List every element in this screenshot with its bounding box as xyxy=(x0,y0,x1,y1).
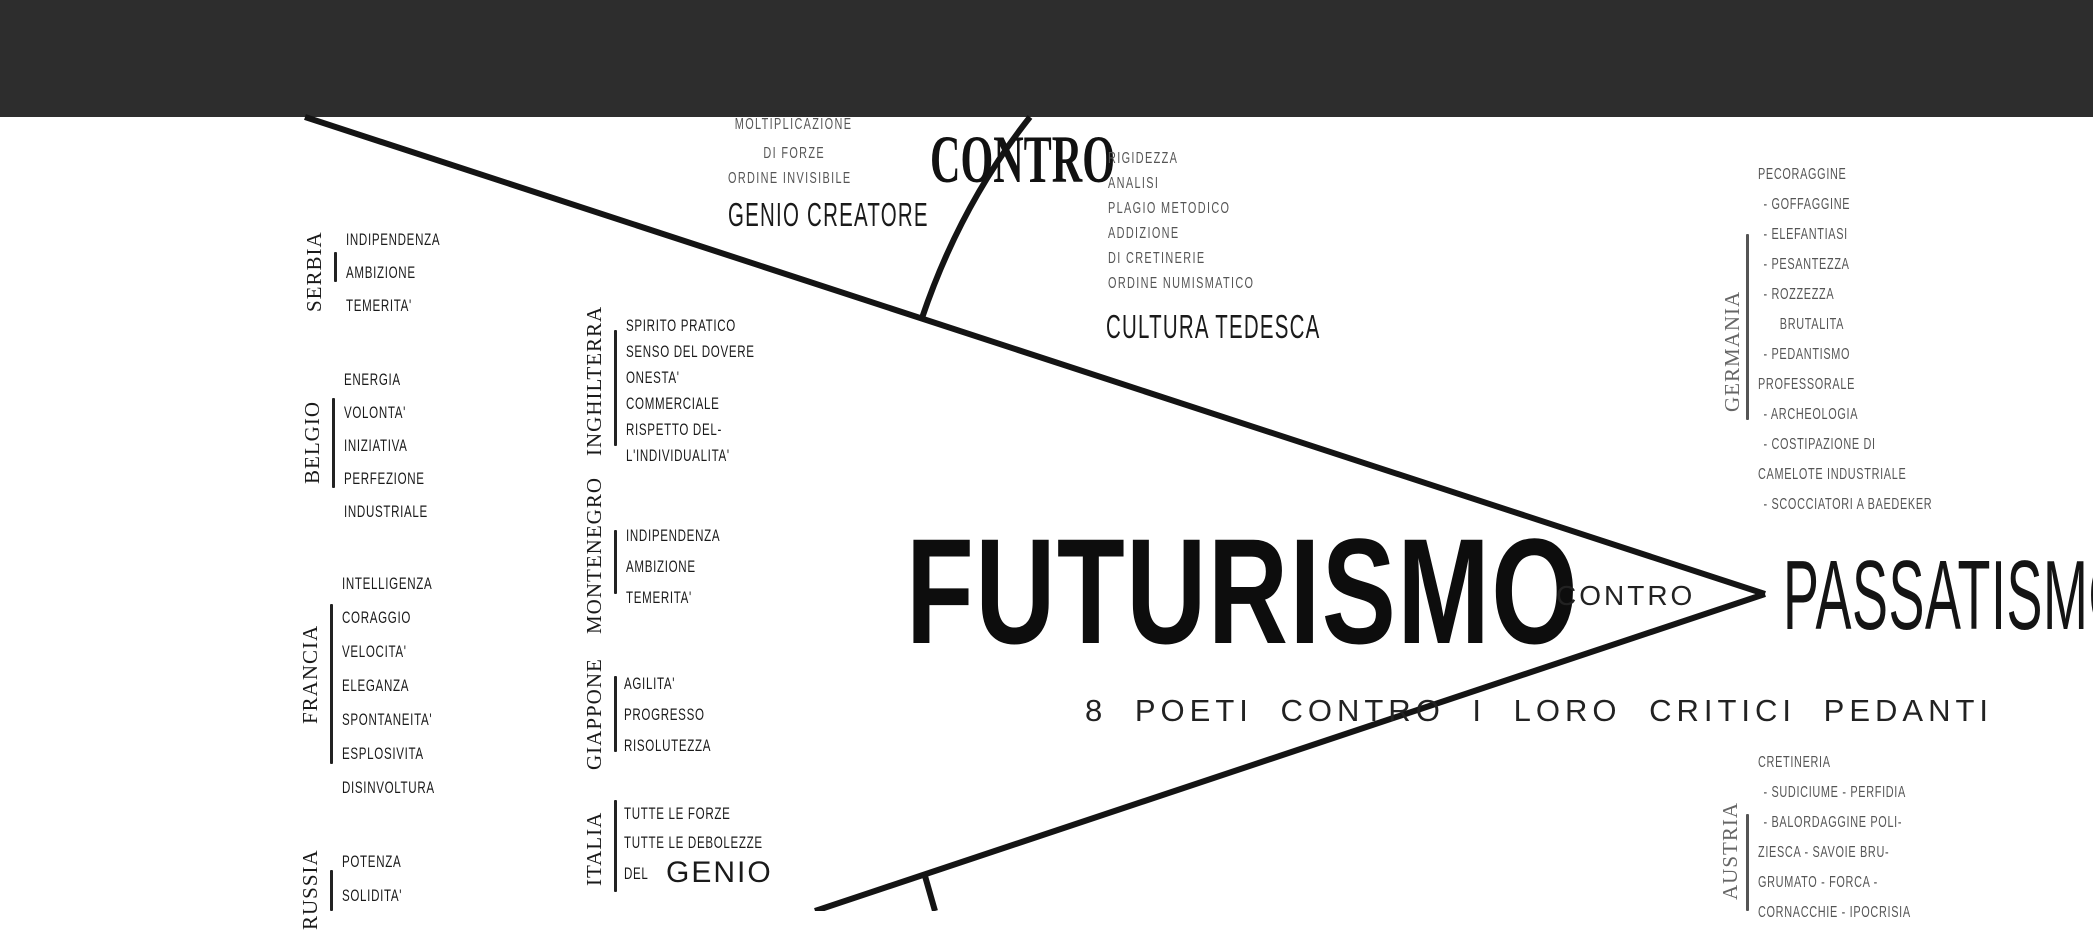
list-item: INDUSTRIALE xyxy=(344,502,428,521)
brace xyxy=(332,398,335,488)
list-item: DISINVOLTURA xyxy=(342,778,435,797)
list-item: PROGRESSO xyxy=(624,705,705,724)
list-item: BRUTALITA xyxy=(1779,316,1845,333)
cultura-line: ORDINE NUMISMATICO xyxy=(1108,275,1255,292)
list-item: INDIPENDENZA xyxy=(346,230,441,249)
list-item: COMMERCIALE xyxy=(626,394,720,413)
list-item: ELEGANZA xyxy=(342,676,410,695)
brace xyxy=(330,604,333,764)
list-item: POTENZA xyxy=(342,852,402,871)
list-item: TEMERITA' xyxy=(626,588,692,607)
list-item: - SCOCCIATORI A BAEDEKER xyxy=(1763,496,1933,513)
country-francia: FRANCIA xyxy=(298,624,322,724)
top-block-line: MOLTIPLICAZIONE xyxy=(734,116,853,133)
brace xyxy=(330,870,333,911)
country-montenegro: MONTENEGRO xyxy=(582,477,606,634)
list-item: TUTTE LE DEBOLEZZE xyxy=(624,833,763,852)
brace xyxy=(1746,234,1749,420)
cultura-tedesca-title: CULTURA TEDESCA xyxy=(1106,308,1321,345)
list-item: PERFEZIONE xyxy=(344,469,425,488)
subtitle: 8 POETI CONTRO I LORO CRITICI PEDANTI xyxy=(1085,693,1994,728)
list-item: - GOFFAGGINE xyxy=(1763,196,1851,213)
genio-creatore-title: GENIO CREATORE xyxy=(728,196,929,233)
country-italia: ITALIA xyxy=(582,811,606,886)
top-block-line: DI FORZE xyxy=(763,145,826,162)
list-item: - ROZZEZZA xyxy=(1763,286,1835,303)
cultura-line: RIGIDEZZA xyxy=(1108,150,1179,167)
list-item: RISPETTO DEL- xyxy=(626,420,722,439)
list-item: L'INDIVIDUALITA' xyxy=(626,446,730,465)
list-item: - SUDICIUME - PERFIDIA xyxy=(1763,784,1906,801)
list-item: TUTTE LE FORZE xyxy=(624,804,731,823)
brace xyxy=(614,530,617,594)
list-item: CORNACCHIE - IPOCRISIA xyxy=(1758,904,1911,921)
list-item: TEMERITA' xyxy=(346,296,412,315)
country-serbia: SERBIA xyxy=(302,231,326,312)
list-item: SPIRITO PRATICO xyxy=(626,316,736,335)
list-item: ENERGIA xyxy=(344,370,401,389)
list-item: VOLONTA' xyxy=(344,403,407,422)
list-item: CAMELOTE INDUSTRIALE xyxy=(1758,466,1907,483)
list-item: ZIESCA - SAVOIE BRU- xyxy=(1758,844,1890,861)
cultura-line: ANALISI xyxy=(1108,175,1160,192)
list-item: ESPLOSIVITA xyxy=(342,744,424,763)
list-item: - BALORDAGGINE POLI- xyxy=(1763,814,1903,831)
list-item: ONESTA' xyxy=(626,368,680,387)
list-item: VELOCITA' xyxy=(342,642,407,661)
manifesto-page: MOLTIPLICAZIONE DI FORZE ORDINE INVISIBI… xyxy=(0,0,2093,930)
lower-branch-line xyxy=(922,875,938,911)
country-inghilterra: INGHILTERRA xyxy=(582,305,606,456)
brace xyxy=(334,252,337,282)
brace xyxy=(1746,814,1749,911)
list-item: AGILITA' xyxy=(624,674,676,693)
country-austria: AUSTRIA xyxy=(1718,801,1742,900)
cultura-line: ADDIZIONE xyxy=(1108,225,1180,242)
list-item: DEL xyxy=(624,864,649,883)
list-item: RISOLUTEZZA xyxy=(624,736,712,755)
brace xyxy=(614,330,617,446)
list-item: - PEDANTISMO xyxy=(1763,346,1851,363)
list-item: SOLIDITA' xyxy=(342,886,403,905)
country-russia: RUSSIA xyxy=(298,849,322,930)
list-item: - COSTIPAZIONE DI xyxy=(1763,436,1876,453)
list-item: CORAGGIO xyxy=(342,608,412,627)
list-item: - PESANTEZZA xyxy=(1763,256,1850,273)
cultura-line: PLAGIO METODICO xyxy=(1108,200,1231,217)
list-item: INDIPENDENZA xyxy=(626,526,721,545)
contro-big-label: CONTRO xyxy=(930,121,1116,197)
list-item: SENSO DEL DOVERE xyxy=(626,342,755,361)
list-item: INIZIATIVA xyxy=(344,436,408,455)
list-item: AMBIZIONE xyxy=(346,263,416,282)
country-germania: GERMANIA xyxy=(1720,290,1744,412)
list-item: INTELLIGENZA xyxy=(342,574,433,593)
list-item: GRUMATO - FORCA - xyxy=(1758,874,1878,891)
contro-label: CONTRO xyxy=(1556,580,1696,611)
country-belgio: BELGIO xyxy=(300,401,324,484)
country-giappone: GIAPPONE xyxy=(582,658,606,770)
list-item: - ELEFANTIASI xyxy=(1763,226,1848,243)
futurismo-title: FUTURISMO xyxy=(906,507,1580,675)
cultura-line: DI CRETINERIE xyxy=(1108,250,1206,267)
list-item: - ARCHEOLOGIA xyxy=(1763,406,1859,423)
brace xyxy=(614,676,617,752)
genio-label: GENIO xyxy=(666,856,773,889)
passatismo-title: PASSATISMO xyxy=(1783,540,2093,650)
list-item: PECORAGGINE xyxy=(1758,166,1847,183)
brace xyxy=(614,800,617,892)
list-item: CRETINERIA xyxy=(1758,754,1831,771)
list-item: SPONTANEITA' xyxy=(342,710,433,729)
list-item: PROFESSORALE xyxy=(1758,376,1856,393)
list-item: AMBIZIONE xyxy=(626,557,696,576)
top-block-line: ORDINE INVISIBILE xyxy=(728,170,852,187)
